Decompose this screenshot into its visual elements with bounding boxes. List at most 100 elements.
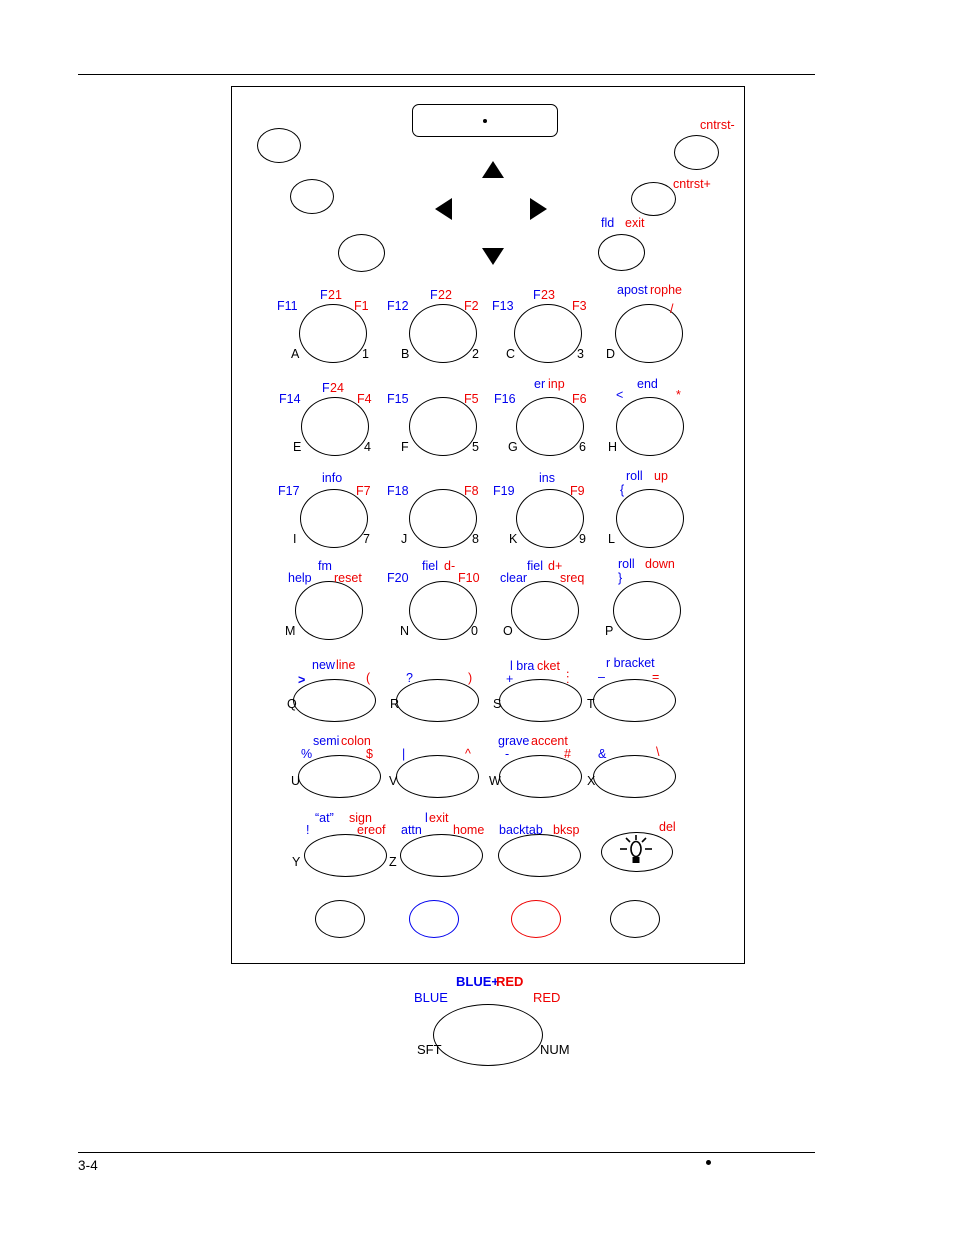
cntrst-minus-key[interactable] — [674, 135, 719, 170]
fld-exit-key[interactable] — [598, 234, 645, 271]
key-d-red-label: / — [670, 302, 674, 316]
key-p-topblue-label: roll — [618, 557, 635, 571]
key-t-topblue-label: r bracket — [606, 656, 655, 670]
arrow-right-icon[interactable] — [530, 198, 547, 220]
red-function-key[interactable] — [511, 900, 561, 938]
legend-blue-label: BLUE — [414, 990, 448, 1005]
key-l[interactable] — [616, 489, 684, 548]
key-f-red-label: F5 — [464, 392, 479, 406]
key-r-blue-label: ? — [406, 671, 413, 685]
arrow-left-icon[interactable] — [435, 198, 452, 220]
key-f-alpha-label: F — [401, 440, 409, 454]
key-n-topblue-label: fiel — [422, 559, 438, 573]
key-y[interactable] — [304, 834, 387, 877]
key-backtab-red-label: bksp — [553, 823, 580, 837]
key-n-topred-label: d- — [444, 559, 456, 573]
key-p[interactable] — [613, 581, 681, 640]
key-x-red-label: \ — [656, 745, 660, 759]
key-b-num-label: 2 — [472, 347, 479, 361]
key-m-alpha-label: M — [285, 624, 296, 638]
key-w-alpha-label: W — [489, 774, 501, 788]
blue-function-key[interactable] — [409, 900, 459, 938]
legend-sft-label: SFT — [417, 1042, 442, 1057]
key-s-alpha-label: S — [493, 697, 502, 711]
top-left-key-1[interactable] — [257, 128, 301, 163]
key-r-red-label: ) — [468, 671, 473, 685]
key-v-blue-label: | — [402, 747, 406, 761]
key-m-topblue-label: fm — [318, 559, 332, 573]
key-u-topred-label: colon — [341, 734, 371, 748]
key-w-topred-label: accent — [531, 734, 568, 748]
key-n[interactable] — [409, 581, 477, 640]
key-q-red-label: ( — [366, 671, 371, 685]
cntrst-plus-key[interactable] — [631, 182, 676, 216]
lcd-display — [412, 104, 558, 137]
top-left-key-3[interactable] — [338, 234, 385, 272]
key-k-blue-label: F19 — [493, 484, 515, 498]
key-d-topred-label: rophe — [650, 283, 682, 297]
key-o-blue-label: clear — [500, 571, 528, 585]
key-m[interactable] — [295, 581, 363, 640]
key-s-blue-label: + — [506, 672, 514, 686]
key-x-blue-label: & — [598, 747, 607, 761]
page-number: 3-4 — [78, 1158, 98, 1173]
key-l-topred-label: up — [654, 469, 668, 483]
key-g-num-label: 6 — [579, 440, 586, 454]
key-k-num-label: 9 — [579, 532, 586, 546]
key-v[interactable] — [396, 755, 479, 798]
arrow-up-icon[interactable] — [482, 161, 504, 178]
key-y-alpha-label: Y — [292, 855, 301, 869]
key-j-alpha-label: J — [401, 532, 408, 546]
key-q[interactable] — [293, 679, 376, 722]
shift-key[interactable] — [315, 900, 365, 938]
key-s-red-label: : — [566, 672, 570, 686]
key-e-red-label: F4 — [357, 392, 372, 406]
key-a-num-label: 1 — [362, 347, 369, 361]
key-x[interactable] — [593, 755, 676, 798]
key-a-topred-label: 21 — [328, 288, 342, 302]
key-t-red-label: = — [652, 670, 660, 684]
key-y-blue-label: ! — [306, 823, 310, 837]
key-t-blue-label: – — [598, 670, 605, 684]
key-j-blue-label: F18 — [387, 484, 409, 498]
key-z[interactable] — [400, 834, 483, 877]
key-e-alpha-label: E — [293, 440, 302, 454]
key-a-red-label: F1 — [354, 299, 369, 313]
key-u-blue-label: % — [301, 747, 313, 761]
key-e-topred-label: 24 — [330, 381, 344, 395]
legend-blue-plus-label: BLUE+ — [456, 974, 499, 989]
key-r-alpha-label: R — [390, 697, 400, 711]
key-h[interactable] — [616, 397, 684, 456]
key-backtab[interactable] — [498, 834, 581, 877]
key-c-blue-label: F13 — [492, 299, 514, 313]
key-b-red-label: F2 — [464, 299, 479, 313]
key-z-blue-label: attn — [401, 823, 422, 837]
arrow-down-icon[interactable] — [482, 248, 504, 265]
key-o[interactable] — [511, 581, 579, 640]
key-o-red-label: sreq — [560, 571, 585, 585]
key-y-red-label: ereof — [357, 823, 386, 837]
key-g-topblue-label: er — [534, 377, 546, 391]
key-u[interactable] — [298, 755, 381, 798]
key-backtab-blue-label: backtab — [499, 823, 543, 837]
key-e-num-label: 4 — [364, 440, 371, 454]
exit-label: exit — [625, 216, 645, 230]
key-q-topblue-label: new — [312, 658, 335, 672]
key-g-topred-label: inp — [548, 377, 565, 391]
key-c-num-label: 3 — [577, 347, 584, 361]
top-left-key-2[interactable] — [290, 179, 334, 214]
key-c-red-label: F3 — [572, 299, 587, 313]
key-o-alpha-label: O — [503, 624, 513, 638]
key-w[interactable] — [499, 755, 582, 798]
num-key[interactable] — [610, 900, 660, 938]
key-u-topblue-label: semi — [313, 734, 340, 748]
key-h-blue-label: < — [616, 388, 624, 402]
key-z-topred-label: exit — [429, 811, 449, 825]
key-s-topblue-label: l bra — [510, 659, 535, 673]
key-z-topblue-label: l — [425, 811, 428, 825]
key-a-blue-label: F11 — [277, 299, 298, 313]
key-g-red-label: F6 — [572, 392, 587, 406]
key-t[interactable] — [593, 679, 676, 722]
key-r[interactable] — [396, 679, 479, 722]
key-f-blue-label: F15 — [387, 392, 409, 406]
